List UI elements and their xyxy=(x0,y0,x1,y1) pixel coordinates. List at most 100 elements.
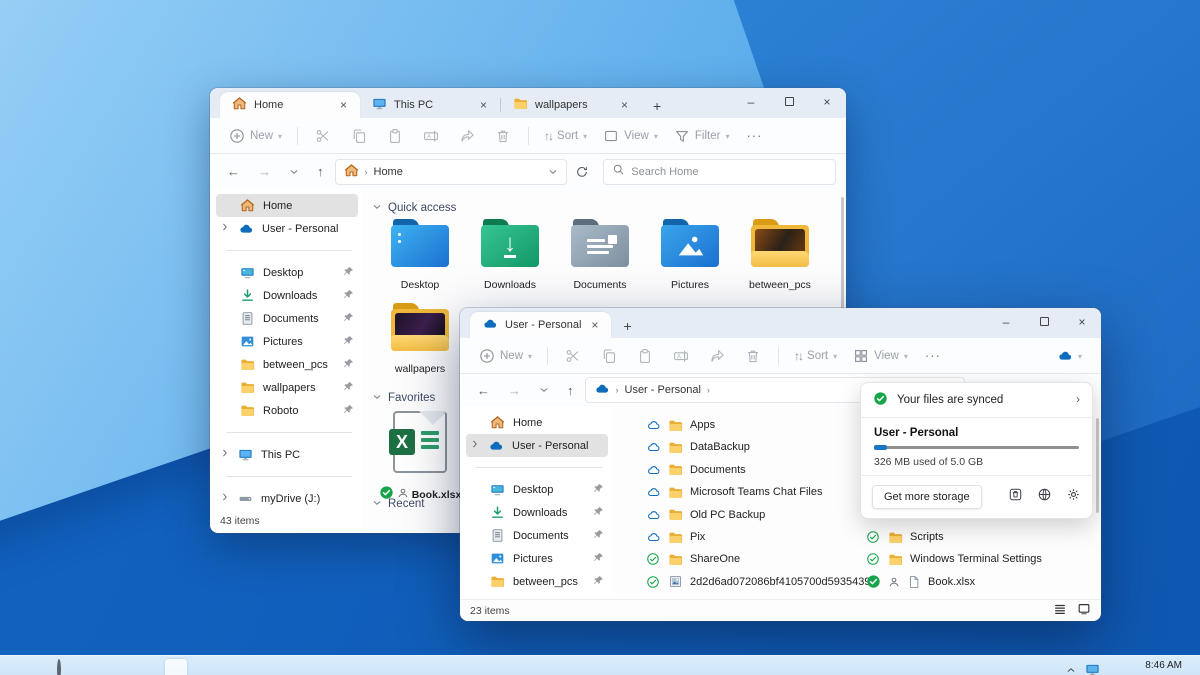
sidebar-item-home[interactable]: Home xyxy=(466,411,608,434)
taskbar-icon-mail-app[interactable] xyxy=(111,661,127,675)
forward-icon[interactable]: → xyxy=(251,164,278,179)
search-box[interactable] xyxy=(603,159,836,185)
address-dropdown-icon[interactable] xyxy=(548,167,558,177)
up-icon[interactable]: ↑ xyxy=(310,164,331,179)
taskbar-icon-file-explorer-app[interactable] xyxy=(165,659,187,675)
file-row[interactable]: Microsoft Teams Chat Files xyxy=(646,482,822,502)
chevron-right-icon[interactable] xyxy=(470,439,480,452)
section-favorites[interactable]: Favorites xyxy=(372,391,435,404)
section-quick-access[interactable]: Quick access xyxy=(372,201,456,214)
taskbar-icon-teams-app[interactable] xyxy=(279,661,295,675)
taskbar-icon-printer-app[interactable] xyxy=(225,661,241,675)
view-button[interactable]: View ▾ xyxy=(596,124,665,148)
sidebar-item-user-personal[interactable]: User - Personal xyxy=(216,217,358,240)
sidebar-item-user-personal[interactable]: User - Personal xyxy=(466,434,608,457)
share-icon[interactable] xyxy=(450,123,484,149)
taskbar-icon-this-pc-app[interactable] xyxy=(198,661,214,675)
favorite-tile-book-xlsx[interactable]: X Book.xlsx xyxy=(376,411,464,503)
refresh-icon[interactable] xyxy=(571,165,593,179)
taskbar-icon-purple-app[interactable] xyxy=(387,661,403,675)
file-row[interactable]: Apps xyxy=(646,415,715,435)
tray-chevron-icon[interactable] xyxy=(1066,662,1076,675)
globe-icon[interactable] xyxy=(1037,487,1052,507)
file-row[interactable]: Book.xlsx xyxy=(866,572,975,592)
taskbar-icon-store-app[interactable] xyxy=(138,661,154,675)
file-row[interactable]: Pix xyxy=(646,527,705,547)
get-more-storage-button[interactable]: Get more storage xyxy=(872,485,982,509)
tab-close-icon[interactable]: × xyxy=(337,98,350,112)
copy-icon[interactable] xyxy=(342,123,376,149)
sidebar-item-desktop[interactable]: Desktop xyxy=(466,478,608,501)
tab-close-icon[interactable]: × xyxy=(588,318,601,332)
more-options-icon[interactable]: ··· xyxy=(917,348,949,363)
minimize-button[interactable]: – xyxy=(732,88,770,116)
minimize-button[interactable]: – xyxy=(987,308,1025,336)
sort-button[interactable]: ↑↓ Sort ▾ xyxy=(787,345,844,367)
breadcrumb-item[interactable]: User - Personal xyxy=(625,384,701,396)
sidebar-item-pictures[interactable]: Pictures xyxy=(216,330,358,353)
taskbar-icon-search-button[interactable] xyxy=(57,661,73,675)
close-button[interactable]: × xyxy=(808,88,846,116)
copy-icon[interactable] xyxy=(592,343,626,369)
quick-access-tile-pictures[interactable]: Pictures xyxy=(646,219,734,291)
up-icon[interactable]: ↑ xyxy=(560,383,581,398)
taskbar-icon-camera-app[interactable] xyxy=(252,661,268,675)
taskbar-icon-widgets-app[interactable] xyxy=(84,661,100,675)
sidebar-item-pictures[interactable]: Pictures xyxy=(466,547,608,570)
sort-button[interactable]: ↑↓ Sort ▾ xyxy=(537,125,594,147)
taskbar-icon-gray-app[interactable] xyxy=(414,661,430,675)
recycle-bin-icon[interactable] xyxy=(1008,487,1023,507)
sidebar-item-this-pc[interactable]: This PC xyxy=(216,443,358,466)
tab-home[interactable]: Home × xyxy=(220,92,360,118)
file-row[interactable]: ShareOne xyxy=(646,549,740,569)
file-row[interactable]: Scripts xyxy=(866,527,944,547)
maximize-button[interactable] xyxy=(1025,308,1063,336)
history-chevron-icon[interactable] xyxy=(532,385,556,395)
quick-access-tile-downloads[interactable]: ↓Downloads xyxy=(466,219,554,291)
settings-gear-icon[interactable] xyxy=(1066,487,1081,507)
new-button[interactable]: New ▾ xyxy=(222,124,289,148)
cut-icon[interactable] xyxy=(556,343,590,369)
quick-access-tile-wallpapers[interactable]: wallpapers xyxy=(376,303,464,375)
tab-this-pc[interactable]: This PC × xyxy=(360,92,500,118)
view-button[interactable]: View ▾ xyxy=(846,344,915,368)
large-icons-view-icon[interactable] xyxy=(1077,602,1091,619)
rename-icon[interactable]: A xyxy=(664,343,698,369)
chevron-right-icon[interactable] xyxy=(220,222,230,235)
sidebar-item-between-pcs[interactable]: between_pcs xyxy=(466,570,608,593)
delete-icon[interactable] xyxy=(736,343,770,369)
rename-icon[interactable]: A xyxy=(414,123,448,149)
tab-close-icon[interactable]: × xyxy=(477,98,490,112)
sidebar-item-between-pcs[interactable]: between_pcs xyxy=(216,353,358,376)
sidebar-item-home[interactable]: Home xyxy=(216,194,358,217)
delete-icon[interactable] xyxy=(486,123,520,149)
quick-access-tile-desktop[interactable]: Desktop xyxy=(376,219,464,291)
sidebar-item-mydrive-j-[interactable]: myDrive (J:) xyxy=(216,487,358,510)
share-icon[interactable] xyxy=(700,343,734,369)
chevron-right-icon[interactable] xyxy=(220,492,230,505)
back-icon[interactable]: ← xyxy=(470,383,497,398)
details-view-icon[interactable] xyxy=(1053,602,1067,619)
sidebar-item-downloads[interactable]: Downloads xyxy=(216,284,358,307)
filter-button[interactable]: Filter ▾ xyxy=(667,124,737,148)
chevron-right-icon[interactable]: › xyxy=(1076,394,1080,406)
forward-icon[interactable]: → xyxy=(501,383,528,398)
file-row[interactable]: DataBackup xyxy=(646,437,750,457)
tray-network-icon[interactable] xyxy=(1085,662,1100,675)
sidebar-item-documents[interactable]: Documents xyxy=(466,524,608,547)
sidebar-item-roboto[interactable]: Roboto xyxy=(216,399,358,422)
cut-icon[interactable] xyxy=(306,123,340,149)
sync-status-row[interactable]: Your files are synced › xyxy=(861,383,1092,418)
new-tab-button[interactable]: + xyxy=(611,318,643,338)
quick-access-tile-documents[interactable]: Documents xyxy=(556,219,644,291)
sidebar-item-desktop[interactable]: Desktop xyxy=(216,261,358,284)
new-button[interactable]: New ▾ xyxy=(472,344,539,368)
section-recent[interactable]: Recent xyxy=(372,497,424,510)
more-options-icon[interactable]: ··· xyxy=(738,128,770,143)
content-scrollbar[interactable] xyxy=(1096,418,1099,513)
taskbar-icon-skype-app[interactable] xyxy=(306,661,322,675)
paste-icon[interactable] xyxy=(378,123,412,149)
paste-icon[interactable] xyxy=(628,343,662,369)
taskbar-clock[interactable]: 8:46 AM xyxy=(1145,660,1182,671)
taskbar-icon-green-app[interactable] xyxy=(360,661,376,675)
